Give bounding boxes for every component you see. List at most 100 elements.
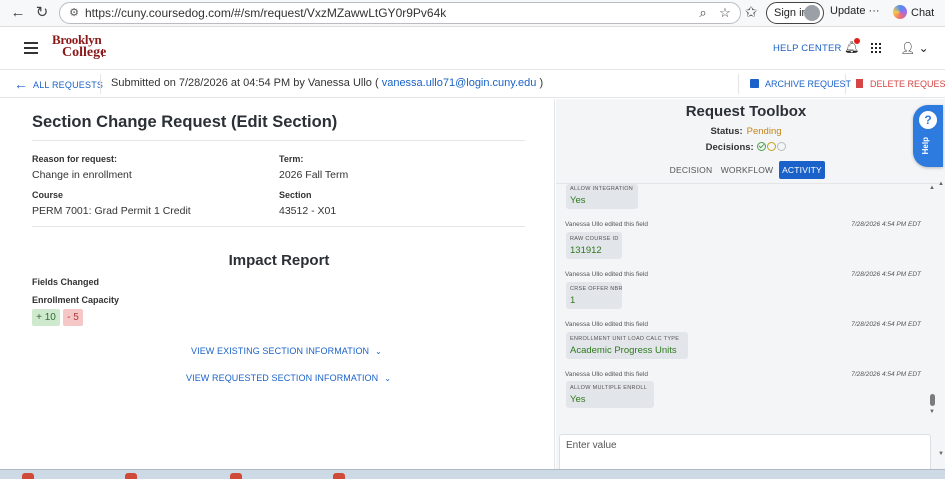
section-value: 43512 - X01 [279,205,337,217]
reload-icon[interactable]: ↻ [32,3,52,23]
request-details-panel: Section Change Request (Edit Section) Re… [0,99,555,469]
help-label: Help [921,137,930,155]
course-value: PERM 7001: Grad Permit 1 Credit [32,205,191,217]
reason-label: Reason for request: [32,154,118,164]
activity-field-name: RAW COURSE ID [570,236,619,242]
scroll-up-arrow-icon[interactable]: ▲ [938,181,944,187]
chevron-down-icon: ⌄ [384,374,392,383]
activity-field-value: Yes [570,195,586,206]
divider [845,74,846,94]
request-toolbox-panel: Request Toolbox Status: Pending Decisions… [556,99,945,472]
view-existing-label: VIEW EXISTING SECTION INFORMATION [191,346,370,356]
app-header: Brooklyn College HELP CENTER 🔔︎ 👤︎ ⌄ [0,28,945,68]
chevron-down-icon: ⌄ [375,347,382,356]
help-center-link[interactable]: HELP CENTER [773,43,842,54]
bookmark-star-icon[interactable]: ☆ [716,4,734,22]
activity-timestamp: 7/28/2026 4:54 PM EDT [851,321,921,328]
chat-label: Chat [911,7,935,19]
address-bar[interactable]: ⚙ https://cuny.coursedog.com/#/sm/reques… [59,2,741,24]
submission-text: Submitted on 7/28/2026 at 04:54 PM by Va… [111,77,379,89]
sign-in-button[interactable]: Sign in [766,2,824,24]
submission-suffix: ) [539,77,544,89]
update-label: Update [830,5,866,17]
logo-mark [102,49,114,57]
archive-icon [750,79,759,88]
activity-field-value: Academic Progress Units [570,345,677,356]
scroll-down-arrow-icon[interactable]: ▼ [929,409,935,415]
all-requests-link[interactable]: ALL REQUESTS [33,80,103,90]
decisions-row: Decisions: [556,142,936,153]
increase-chip: + 10 [32,309,60,326]
submission-info: Submitted on 7/28/2026 at 04:54 PM by Va… [111,77,543,89]
activity-field-name: ALLOW MULTIPLE ENROLL [570,385,648,391]
activity-timestamp: 7/28/2026 4:54 PM EDT [851,221,921,228]
panel-scrollbar[interactable]: ▲ ▼ [937,181,945,467]
request-action-bar: ← ALL REQUESTS Submitted on 7/28/2026 at… [0,69,945,98]
activity-timestamp: 7/28/2026 4:54 PM EDT [851,371,921,378]
copilot-icon [893,5,907,19]
help-question-icon: ? [919,111,937,129]
activity-timestamp: 7/28/2026 4:54 PM EDT [851,271,921,278]
activity-scrollbar[interactable]: ▲ ▼ [929,185,937,425]
taskbar-app-icon[interactable] [125,473,137,479]
taskbar-app-icon[interactable] [333,473,345,479]
divider [738,74,739,94]
arrow-left-icon[interactable]: ← [14,76,28,92]
scroll-down-arrow-icon[interactable]: ▼ [938,451,944,457]
scrollbar-thumb[interactable] [930,394,935,406]
site-info-icon[interactable]: ⚙ [66,5,82,21]
hamburger-menu-icon[interactable] [24,42,38,54]
tab-activity[interactable]: ACTIVITY [779,161,825,179]
taskbar-app-icon[interactable] [230,473,242,479]
view-requested-section-toggle[interactable]: VIEW REQUESTED SECTION INFORMATION ⌄ [186,373,391,383]
activity-author: Vanessa Ullo edited this field [565,321,648,328]
back-icon[interactable]: ← [8,3,28,23]
activity-author: Vanessa Ullo edited this field [565,371,648,378]
notification-dot [854,38,860,44]
delete-request-button[interactable]: DELETE REQUEST [856,79,945,89]
tab-workflow[interactable]: WORKFLOW [720,161,774,179]
profile-avatar-icon [804,5,820,21]
help-widget-button[interactable]: ? Help [913,105,943,167]
scroll-up-arrow-icon[interactable]: ▲ [929,185,935,191]
view-existing-section-toggle[interactable]: VIEW EXISTING SECTION INFORMATION ⌄ [191,346,382,356]
activity-field-name: ENROLLMENT UNIT LOAD CALC TYPE [570,336,680,342]
status-value: Pending [746,126,782,137]
archive-request-button[interactable]: ARCHIVE REQUEST [750,79,851,89]
taskbar-app-icon[interactable] [22,473,34,479]
brooklyn-college-logo[interactable]: Brooklyn College [52,32,116,66]
comment-input[interactable] [566,440,906,451]
apps-grid-icon[interactable] [871,43,881,53]
submitter-email-link[interactable]: vanessa.ullo71@login.cuny.edu [382,77,537,89]
url-text[interactable]: https://cuny.coursedog.com/#/sm/request/… [85,6,446,20]
decisions-label: Decisions: [705,142,754,153]
decrease-chip: - 5 [63,309,83,326]
account-menu-icon[interactable]: 👤︎ ⌄ [900,41,929,55]
term-value: 2026 Fall Term [279,169,349,181]
activity-field-value: 131912 [570,245,602,256]
browser-toolbar: ← ↻ ⚙ https://cuny.coursedog.com/#/sm/re… [0,0,945,27]
comment-box[interactable] [559,434,931,472]
activity-author: Vanessa Ullo edited this field [565,271,648,278]
update-button[interactable]: Update ··· [830,5,880,17]
toolbox-title: Request Toolbox [685,103,807,120]
view-requested-label: VIEW REQUESTED SECTION INFORMATION [186,373,379,383]
section-label: Section [279,190,312,200]
delete-label: DELETE REQUEST [870,79,945,89]
changed-field-name: Enrollment Capacity [32,295,120,305]
term-label: Term: [279,154,304,164]
notifications-bell-icon[interactable]: 🔔︎ [844,38,860,54]
sign-in-label: Sign in [774,7,808,19]
reason-value: Change in enrollment [32,169,132,181]
tab-decision[interactable]: DECISION [666,161,716,179]
impact-report-title: Impact Report [228,252,330,269]
page-title: Section Change Request (Edit Section) [32,113,338,131]
activity-field-card: ALLOW MULTIPLE ENROLL Yes [566,381,654,408]
activity-field-card: ENROLLMENT UNIT LOAD CALC TYPE Academic … [566,332,688,359]
activity-feed[interactable]: ALLOW INTEGRATION Yes Vanessa Ullo edite… [556,184,931,429]
divider [32,140,525,141]
activity-field-value: Yes [570,394,586,405]
favorites-icon[interactable]: ✩ [741,3,761,23]
zoom-icon[interactable]: ⌕ [694,4,712,22]
copilot-chat-button[interactable]: Chat [893,5,934,19]
